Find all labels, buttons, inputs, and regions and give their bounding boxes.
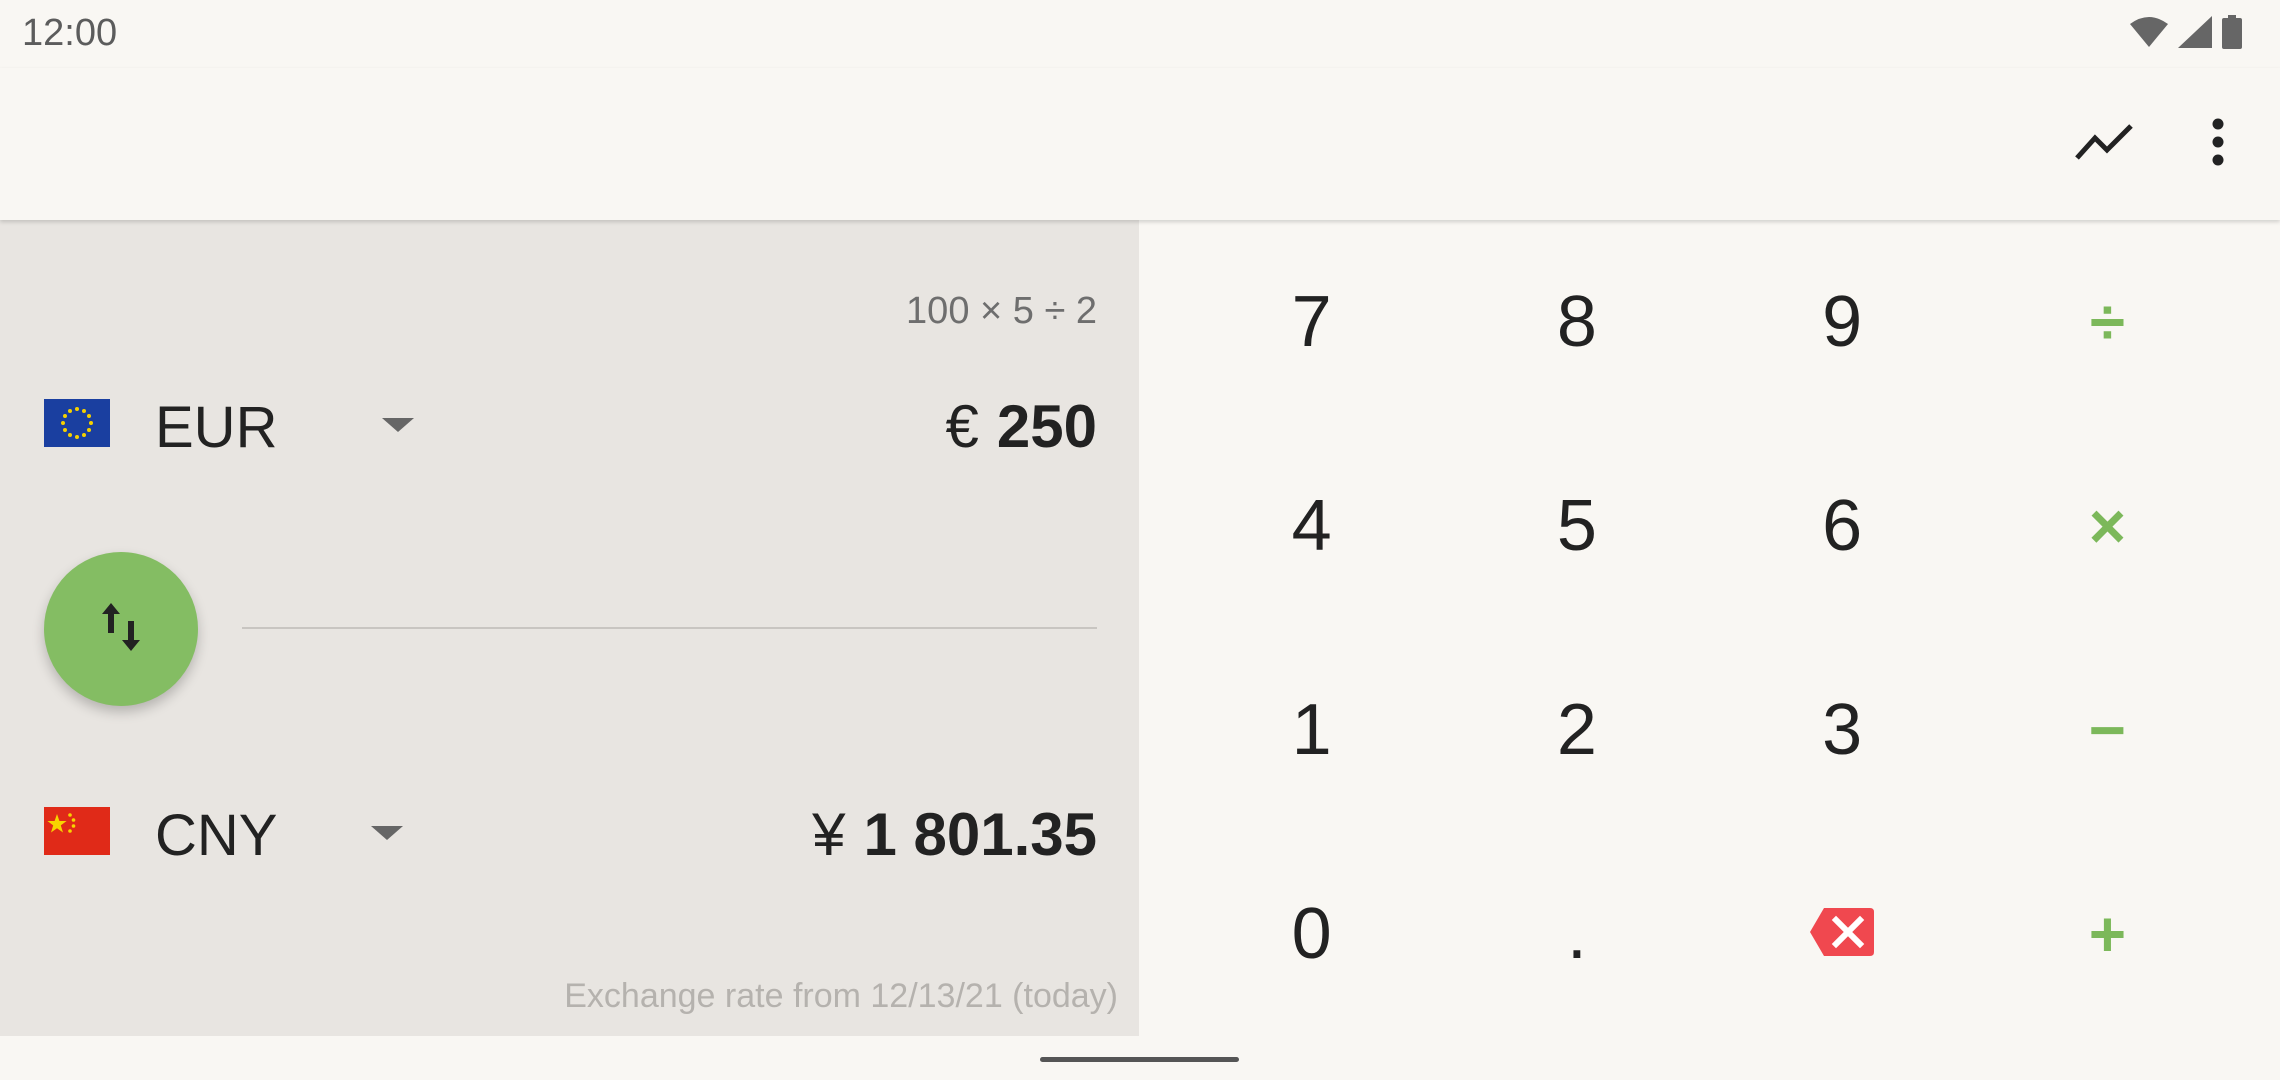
trending-line-icon	[2075, 122, 2133, 167]
key-9[interactable]: 9	[1710, 220, 1975, 424]
to-currency-code: CNY	[155, 803, 278, 868]
to-amount: ¥1 801.35	[812, 800, 1097, 869]
eu-flag-icon	[44, 399, 110, 447]
key-0[interactable]: 0	[1179, 832, 1444, 1036]
cell-signal-icon	[2178, 15, 2212, 53]
key-multiply[interactable]: ×	[1975, 424, 2240, 628]
key-add[interactable]: +	[1975, 832, 2240, 1036]
to-amount-value: 1 801.35	[863, 801, 1097, 868]
app-bar	[0, 68, 2280, 220]
status-icons	[2130, 14, 2242, 54]
to-currency-row[interactable]: CNY ¥1 801.35	[0, 780, 1139, 890]
key-7[interactable]: 7	[1179, 220, 1444, 424]
status-bar: 12:00	[0, 0, 2280, 68]
converter-panel: 100 × 5 ÷ 2 EUR €250 CNY ¥ 1 801.35 Exch…	[0, 220, 1139, 1036]
more-vert-icon	[2211, 118, 2225, 171]
key-5[interactable]: 5	[1444, 424, 1709, 628]
from-amount: €250	[946, 392, 1097, 461]
status-time: 12:00	[22, 12, 118, 54]
key-1[interactable]: 1	[1179, 628, 1444, 832]
key-3[interactable]: 3	[1710, 628, 1975, 832]
key-8[interactable]: 8	[1444, 220, 1709, 424]
expression-text: 100 × 5 ÷ 2	[906, 290, 1097, 332]
to-currency-symbol: ¥	[812, 801, 846, 868]
keypad: 7 8 9 ÷ 4 5 6 × 1 2 3 − 0 . +	[1139, 220, 2280, 1036]
exchange-rate-note: Exchange rate from 12/13/21 (today)	[564, 977, 1118, 1015]
key-divide[interactable]: ÷	[1975, 220, 2240, 424]
gesture-nav-handle[interactable]	[1040, 1057, 1239, 1062]
cn-flag-icon	[44, 807, 110, 855]
swap-currencies-button[interactable]	[44, 552, 198, 706]
key-2[interactable]: 2	[1444, 628, 1709, 832]
key-subtract[interactable]: −	[1975, 628, 2240, 832]
from-amount-value: 250	[996, 393, 1097, 460]
from-currency-row[interactable]: EUR €250	[0, 372, 1139, 482]
battery-icon	[2222, 14, 2242, 54]
to-currency-dropdown-arrow[interactable]	[371, 826, 403, 840]
wifi-icon	[2130, 16, 2168, 53]
from-currency-dropdown-arrow[interactable]	[382, 418, 414, 432]
from-currency-symbol: €	[945, 393, 979, 460]
divider	[242, 627, 1097, 629]
key-6[interactable]: 6	[1710, 424, 1975, 628]
key-decimal[interactable]: .	[1444, 832, 1709, 1036]
chart-button[interactable]	[2064, 104, 2144, 184]
swap-vertical-icon	[99, 601, 143, 658]
from-currency-code: EUR	[155, 395, 278, 460]
overflow-menu-button[interactable]	[2178, 104, 2258, 184]
backspace-button[interactable]	[1710, 832, 1975, 1036]
backspace-icon	[1808, 893, 1876, 975]
key-4[interactable]: 4	[1179, 424, 1444, 628]
